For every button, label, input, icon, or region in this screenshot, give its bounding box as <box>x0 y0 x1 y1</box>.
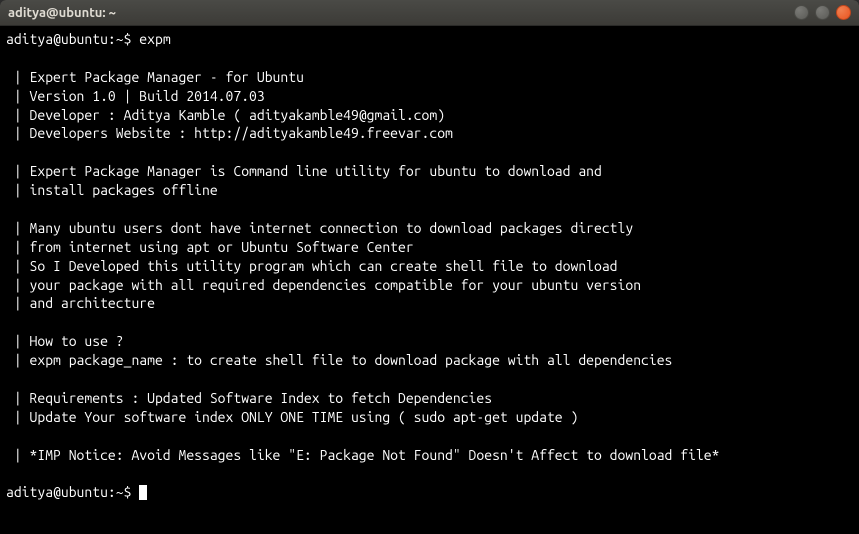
prompt-user-host: aditya@ubuntu <box>6 484 108 500</box>
output-line: | So I Developed this utility program wh… <box>6 258 618 274</box>
terminal-body[interactable]: aditya@ubuntu:~$ expm | Expert Package M… <box>0 26 859 534</box>
maximize-button[interactable] <box>815 5 830 20</box>
prompt-path: ~ <box>116 484 124 500</box>
output-line: | install packages offline <box>6 182 218 198</box>
window-controls <box>794 5 851 20</box>
output-line: | How to use ? <box>6 333 124 349</box>
prompt-user-host: aditya@ubuntu <box>6 31 108 47</box>
output-line: | Requirements : Updated Software Index … <box>6 390 492 406</box>
minimize-button[interactable] <box>794 5 809 20</box>
output-line: | Expert Package Manager - for Ubuntu <box>6 69 304 85</box>
prompt-separator: $ <box>124 31 132 47</box>
window-title: aditya@ubuntu: ~ <box>8 6 794 20</box>
terminal-window: aditya@ubuntu: ~ aditya@ubuntu:~$ expm |… <box>0 0 859 534</box>
output-line: | and architecture <box>6 295 155 311</box>
prompt-line: aditya@ubuntu:~$ <box>6 484 147 500</box>
prompt-path: ~ <box>116 31 124 47</box>
output-line: | your package with all required depende… <box>6 277 641 293</box>
command-input: expm <box>139 31 170 47</box>
output-line: | Expert Package Manager is Command line… <box>6 163 610 179</box>
output-line: | Update Your software index ONLY ONE TI… <box>6 409 578 425</box>
close-button[interactable] <box>836 5 851 20</box>
prompt-line: aditya@ubuntu:~$ expm <box>6 31 171 47</box>
output-line: | expm package_name : to create shell fi… <box>6 352 672 368</box>
output-line: | from internet using apt or Ubuntu Soft… <box>6 239 414 255</box>
titlebar[interactable]: aditya@ubuntu: ~ <box>0 0 859 26</box>
prompt-separator: $ <box>124 484 132 500</box>
cursor <box>139 485 147 500</box>
output-line: | Version 1.0 | Build 2014.07.03 <box>6 88 265 104</box>
output-line: | Many ubuntu users dont have internet c… <box>6 220 633 236</box>
output-line: | *IMP Notice: Avoid Messages like "E: P… <box>6 447 719 463</box>
output-line: | Developer : Aditya Kamble ( adityakamb… <box>6 107 445 123</box>
output-line: | Developers Website : http://adityakamb… <box>6 125 453 141</box>
